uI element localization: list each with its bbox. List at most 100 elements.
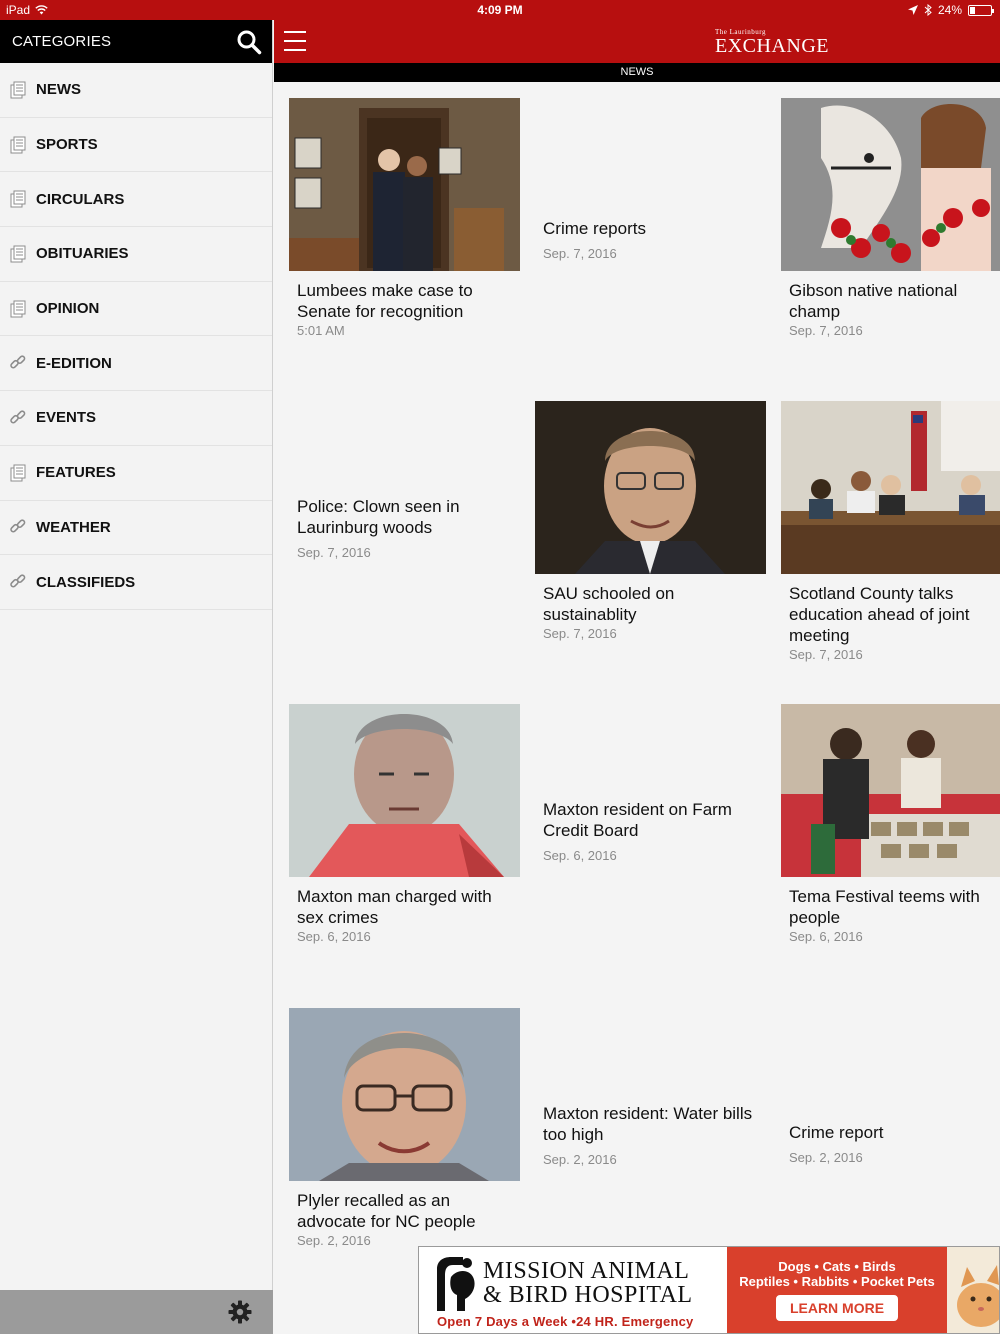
sidebar-item-news[interactable]: NEWS (0, 63, 272, 118)
ad-name: Mission Animal & Bird Hospital (483, 1259, 693, 1307)
document-icon (9, 81, 27, 99)
article-headline: Plyler recalled as an advocate for NC pe… (297, 1191, 476, 1231)
newspaper-logo[interactable]: The Laurinburg EXCHANGE (715, 29, 829, 57)
horse-and-woman-photo (781, 98, 1000, 271)
hospital-logo-icon (437, 1257, 475, 1311)
card-spacer (535, 98, 766, 218)
sidebar-item-weather[interactable]: WEATHER (0, 501, 272, 556)
card-gap (535, 239, 766, 245)
main-content: The Laurinburg EXCHANGE NEWS Lumbees mak… (274, 20, 1000, 1334)
article-date: Sep. 7, 2016 (789, 647, 863, 662)
sidebar-header: CATEGORIES (0, 20, 272, 63)
article-headline: Maxton resident: Water bills too high (543, 1104, 753, 1144)
search-button[interactable] (234, 27, 264, 57)
card-spacer (781, 1008, 1000, 1122)
article-headline: Maxton resident on Farm Credit Board (543, 800, 732, 840)
search-icon (237, 30, 262, 54)
status-right: 24% (907, 3, 994, 17)
ad-line1: Dogs • Cats • Birds (778, 1259, 896, 1274)
article-card[interactable]: Police: Clown seen in Laurinburg woods Se… (289, 401, 520, 560)
document-icon (9, 464, 27, 482)
section-bar: NEWS (274, 63, 1000, 82)
menu-bar-line (284, 31, 306, 33)
article-card[interactable]: Crime report Sep. 2, 2016 (781, 1008, 1000, 1165)
article-card[interactable]: Maxton man charged with sex crimes Sep. 6… (289, 704, 520, 944)
ad-banner[interactable]: Mission Animal & Bird Hospital Open 7 Da… (418, 1246, 1000, 1334)
sidebar-item-label: SPORTS (36, 136, 98, 154)
settings-button[interactable] (227, 1299, 253, 1325)
article-card[interactable]: SAU schooled on sustainablity Sep. 7, 201… (535, 401, 766, 641)
article-date: Sep. 2, 2016 (789, 1150, 863, 1165)
article-headline: Scotland County talks education ahead of… (789, 584, 970, 645)
link-icon (9, 354, 27, 372)
status-bar: iPad 4:09 PM 24% (0, 0, 1000, 20)
cat-photo (947, 1247, 999, 1333)
sidebar-item-label: OBITUARIES (36, 245, 129, 263)
article-card[interactable]: Scotland County talks education ahead of… (781, 401, 1000, 662)
sidebar-item-classifieds[interactable]: CLASSIFIEDS (0, 555, 272, 610)
article-headline: Crime report (789, 1123, 884, 1142)
link-icon (9, 573, 27, 591)
article-card[interactable]: Plyler recalled as an advocate for NC pe… (289, 1008, 520, 1248)
sidebar-item-label: E-EDITION (36, 354, 112, 372)
battery-percent: 24% (937, 3, 962, 17)
sidebar-item-e-edition[interactable]: E-EDITION (0, 336, 272, 392)
article-headline: Crime reports (543, 219, 646, 238)
sidebar-item-sports[interactable]: SPORTS (0, 118, 272, 173)
document-icon (9, 190, 27, 208)
article-date: Sep. 6, 2016 (789, 929, 863, 944)
mugshot-photo (289, 704, 520, 877)
article-date: Sep. 7, 2016 (543, 246, 617, 261)
article-card[interactable]: Maxton resident on Farm Credit Board Sep.… (535, 704, 766, 863)
card-gap (781, 1143, 1000, 1149)
article-headline: Police: Clown seen in Laurinburg woods (297, 497, 460, 537)
older-man-portrait-photo (289, 1008, 520, 1181)
menu-button[interactable] (284, 31, 306, 51)
sidebar-item-opinion[interactable]: OPINION (0, 282, 272, 337)
sidebar-item-features[interactable]: FEATURES (0, 446, 272, 501)
card-spacer (535, 1008, 766, 1103)
document-icon (9, 136, 27, 154)
sidebar-item-label: CLASSIFIEDS (36, 573, 136, 591)
article-headline: Tema Festival teems with people (789, 887, 980, 927)
article-headline: Lumbees make case to Senate for recognit… (297, 281, 473, 321)
bluetooth-icon (924, 4, 932, 16)
article-headline: Gibson native national champ (789, 281, 958, 321)
article-date: Sep. 2, 2016 (543, 1152, 617, 1167)
article-date: Sep. 6, 2016 (297, 929, 371, 944)
sidebar-item-label: WEATHER (36, 518, 111, 536)
article-date: 5:01 AM (297, 323, 345, 338)
article-card[interactable]: Tema Festival teems with people Sep. 6, 2… (781, 704, 1000, 944)
board-meeting-photo (781, 401, 1000, 574)
app-header: The Laurinburg EXCHANGE (274, 20, 1000, 63)
sidebar-item-events[interactable]: EVENTS (0, 391, 272, 446)
ad-right: Dogs • Cats • Birds Reptiles • Rabbits •… (727, 1247, 947, 1333)
sidebar-item-label: CIRCULARS (36, 190, 125, 208)
learn-more-button[interactable]: LEARN MORE (775, 1295, 899, 1321)
article-card[interactable]: Gibson native national champ Sep. 7, 2016 (781, 98, 1000, 338)
menu-bar-line (284, 40, 306, 42)
categories-sidebar: CATEGORIES NEWS SPORTS CIRCULARS OBITUARIES… (0, 20, 273, 1334)
ad-cat-image (947, 1247, 999, 1333)
article-headline: SAU schooled on sustainablity (543, 584, 675, 624)
article-card[interactable]: Crime reports Sep. 7, 2016 (535, 98, 766, 261)
logo-title: EXCHANGE (715, 35, 829, 57)
card-gap (535, 841, 766, 847)
sidebar-item-label: FEATURES (36, 464, 116, 482)
link-icon (9, 518, 27, 536)
location-arrow-icon (907, 5, 918, 15)
battery-icon (968, 4, 994, 16)
link-icon (9, 409, 27, 427)
ad-name-line1: Mission Animal (483, 1258, 690, 1284)
ad-name-line2: & Bird Hospital (483, 1282, 693, 1308)
menu-bar-line (284, 49, 306, 51)
document-icon (9, 245, 27, 263)
article-card[interactable]: Maxton resident: Water bills too high Sep… (535, 1008, 766, 1167)
sidebar-item-obituaries[interactable]: OBITUARIES (0, 227, 272, 282)
status-time: 4:09 PM (477, 3, 523, 17)
article-headline: Maxton man charged with sex crimes (297, 887, 492, 927)
card-gap (289, 538, 520, 544)
sidebar-item-circulars[interactable]: CIRCULARS (0, 172, 272, 228)
sidebar-item-label: EVENTS (36, 409, 97, 427)
article-card[interactable]: Lumbees make case to Senate for recognit… (289, 98, 520, 338)
